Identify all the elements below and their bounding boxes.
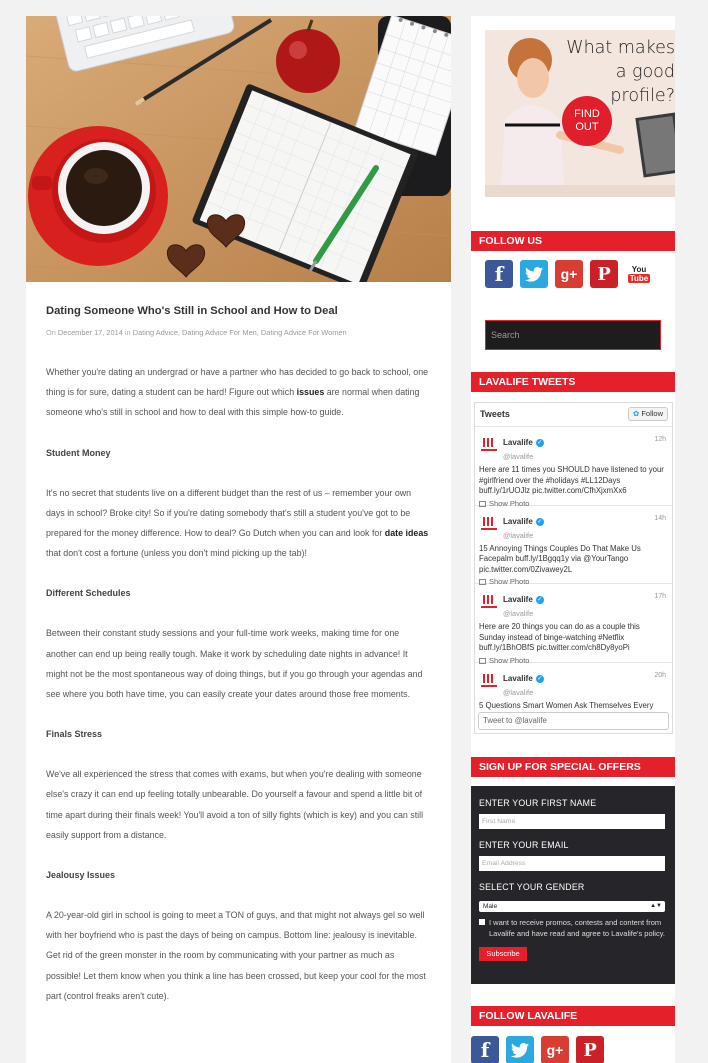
twitter-bird-icon: ✿ [633, 409, 640, 418]
paragraph-student-money: It's no secret that students live on a d… [46, 483, 431, 564]
subhead-different-schedules: Different Schedules [46, 588, 131, 599]
issues-link[interactable]: issues [297, 387, 325, 397]
verified-badge-icon: ✓ [535, 517, 544, 526]
subscribe-button[interactable]: Subscribe [479, 947, 527, 961]
social-icons-footer: f g+ P [471, 1036, 604, 1063]
twitter-follow-button[interactable]: ✿ Follow [628, 407, 668, 421]
youtube-icon[interactable]: You Tube [625, 260, 653, 288]
twitter-icon[interactable] [506, 1036, 534, 1063]
tweet-handle[interactable]: @lavalife [503, 688, 667, 697]
profile-ad-banner[interactable]: What makes a good profile? FIND OUT [485, 30, 675, 197]
find-out-button[interactable]: FIND OUT [562, 96, 612, 146]
tweet-list: Lavalife ✓ @lavalife 12h Here are 11 times y… [475, 427, 672, 733]
p2-after: that don't cost a fortune (unless you do… [46, 548, 307, 559]
sidebar: What makes a good profile? FIND OUT FOLL… [471, 16, 675, 1063]
lavalife-avatar-icon[interactable] [479, 669, 499, 690]
follow-us-heading: FOLLOW US [471, 231, 675, 251]
paragraph-different-schedules: Between their constant study sessions an… [46, 628, 423, 700]
tweet-time[interactable]: 14h [654, 515, 666, 522]
subhead-finals-stress: Finals Stress [46, 729, 103, 740]
select-arrow-icon: ▲▼ [650, 903, 662, 909]
post-date[interactable]: December 17, 2014 [58, 328, 123, 337]
twitter-bird-icon [525, 266, 543, 282]
hero-image [26, 16, 451, 282]
consent-checkbox-row: I want to receive promos, contests and c… [479, 917, 667, 939]
lavalife-tweets-heading: LAVALIFE TWEETS [471, 372, 675, 392]
tweet-item[interactable]: Lavalife ✓ @lavalife 12h Here are 11 times y… [475, 427, 672, 508]
tweet-handle[interactable]: @lavalife [503, 609, 667, 618]
article-body: Dating Someone Who's Still in School and… [26, 282, 451, 1006]
ad-line-1: What makes [566, 38, 675, 58]
tweet-text: 15 Annoying Things Couples Do That Make … [479, 543, 641, 574]
gender-value: Male [483, 903, 498, 910]
tweet-author[interactable]: Lavalife [503, 595, 533, 604]
youtube-you: You [631, 265, 647, 274]
subhead-student-money: Student Money [46, 447, 111, 458]
desk-photo-illustration [26, 16, 451, 282]
verified-badge-icon: ✓ [535, 439, 544, 447]
facebook-icon[interactable]: f [471, 1036, 499, 1063]
tweet-time[interactable]: 20h [654, 672, 666, 679]
cta-line-2: OUT [575, 121, 599, 133]
meta-in: in [124, 328, 131, 337]
consent-text: I want to receive promos, contests and c… [489, 918, 665, 938]
tweet-time[interactable]: 17h [654, 593, 666, 600]
gender-select[interactable]: Male ▲▼ [479, 901, 665, 912]
post-meta: On December 17, 2014 in Dating Advice, D… [46, 328, 431, 337]
tweet-item[interactable]: Lavalife ✓ @lavalife 14h 15 Annoying Things … [475, 506, 672, 586]
post-title[interactable]: Dating Someone Who's Still in School and… [46, 304, 431, 318]
consent-checkbox[interactable] [479, 919, 485, 925]
lavalife-avatar-icon[interactable] [479, 512, 499, 533]
tweet-item[interactable]: Lavalife ✓ @lavalife 17h Here are 20 things … [475, 584, 672, 665]
verified-badge-icon: ✓ [535, 674, 544, 683]
tweet-text: Here are 20 things you can do as a coupl… [479, 622, 640, 653]
facebook-icon[interactable]: f [485, 260, 513, 288]
twitter-bird-icon [511, 1042, 529, 1058]
email-label: ENTER YOUR EMAIL [479, 840, 569, 850]
follow-lavalife-heading: FOLLOW LAVALIFE [471, 1006, 675, 1026]
first-name-label: ENTER YOUR FIRST NAME [479, 798, 597, 808]
tweet-handle[interactable]: @lavalife [503, 452, 667, 461]
meta-on: On [46, 328, 56, 337]
lavalife-avatar-icon[interactable] [479, 591, 499, 611]
tweet-handle[interactable]: @lavalife [503, 531, 667, 540]
twitter-widget: Tweets ✿ Follow Lavalife ✓ @lavalife 12h Here… [474, 402, 673, 734]
social-icons: f g+ P You Tube [485, 260, 653, 288]
special-offers-heading: SIGN UP FOR SPECIAL OFFERS [471, 757, 675, 777]
tweets-title: Tweets [480, 409, 510, 419]
tweet-time[interactable]: 12h [654, 436, 666, 443]
pinterest-icon[interactable]: P [576, 1036, 604, 1063]
date-ideas-link[interactable]: date ideas [385, 528, 428, 538]
tweet-author[interactable]: Lavalife [503, 674, 533, 683]
paragraph-finals-stress: We've all experienced the stress that co… [46, 769, 424, 840]
googleplus-icon[interactable]: g+ [555, 260, 583, 288]
tweet-author[interactable]: Lavalife [503, 517, 533, 526]
cta-line-1: FIND [574, 108, 600, 120]
signup-form: ENTER YOUR FIRST NAME First Name ENTER Y… [471, 786, 675, 984]
article-column: Dating Someone Who's Still in School and… [26, 16, 451, 1063]
tweet-to-input[interactable]: Tweet to @lavalife [478, 712, 669, 730]
first-name-field[interactable]: First Name [479, 814, 665, 829]
follow-label: Follow [641, 409, 663, 418]
search-input[interactable]: Search [485, 320, 661, 350]
ad-line-2: a good [615, 62, 675, 82]
post-categories[interactable]: Dating Advice, Dating Advice For Men, Da… [133, 328, 347, 337]
email-field[interactable]: Email Address [479, 856, 665, 871]
youtube-tube: Tube [627, 274, 651, 283]
p2-before: It's no secret that students live on a d… [46, 487, 412, 539]
paragraph-jealousy-issues: A 20-year-old girl in school is going to… [46, 910, 426, 1001]
subhead-jealousy-issues: Jealousy Issues [46, 870, 116, 881]
pinterest-icon[interactable]: P [590, 260, 618, 288]
tweet-text: Here are 11 times you SHOULD have listen… [479, 465, 664, 496]
verified-badge-icon: ✓ [535, 596, 544, 604]
twitter-icon[interactable] [520, 260, 548, 288]
paragraph-intro: Whether you're dating an undergrad or ha… [46, 362, 431, 423]
gender-label: SELECT YOUR GENDER [479, 882, 585, 892]
tweet-author[interactable]: Lavalife [503, 438, 533, 447]
lavalife-avatar-icon[interactable] [479, 434, 499, 454]
twitter-widget-header: Tweets ✿ Follow [475, 403, 672, 427]
googleplus-icon[interactable]: g+ [541, 1036, 569, 1063]
